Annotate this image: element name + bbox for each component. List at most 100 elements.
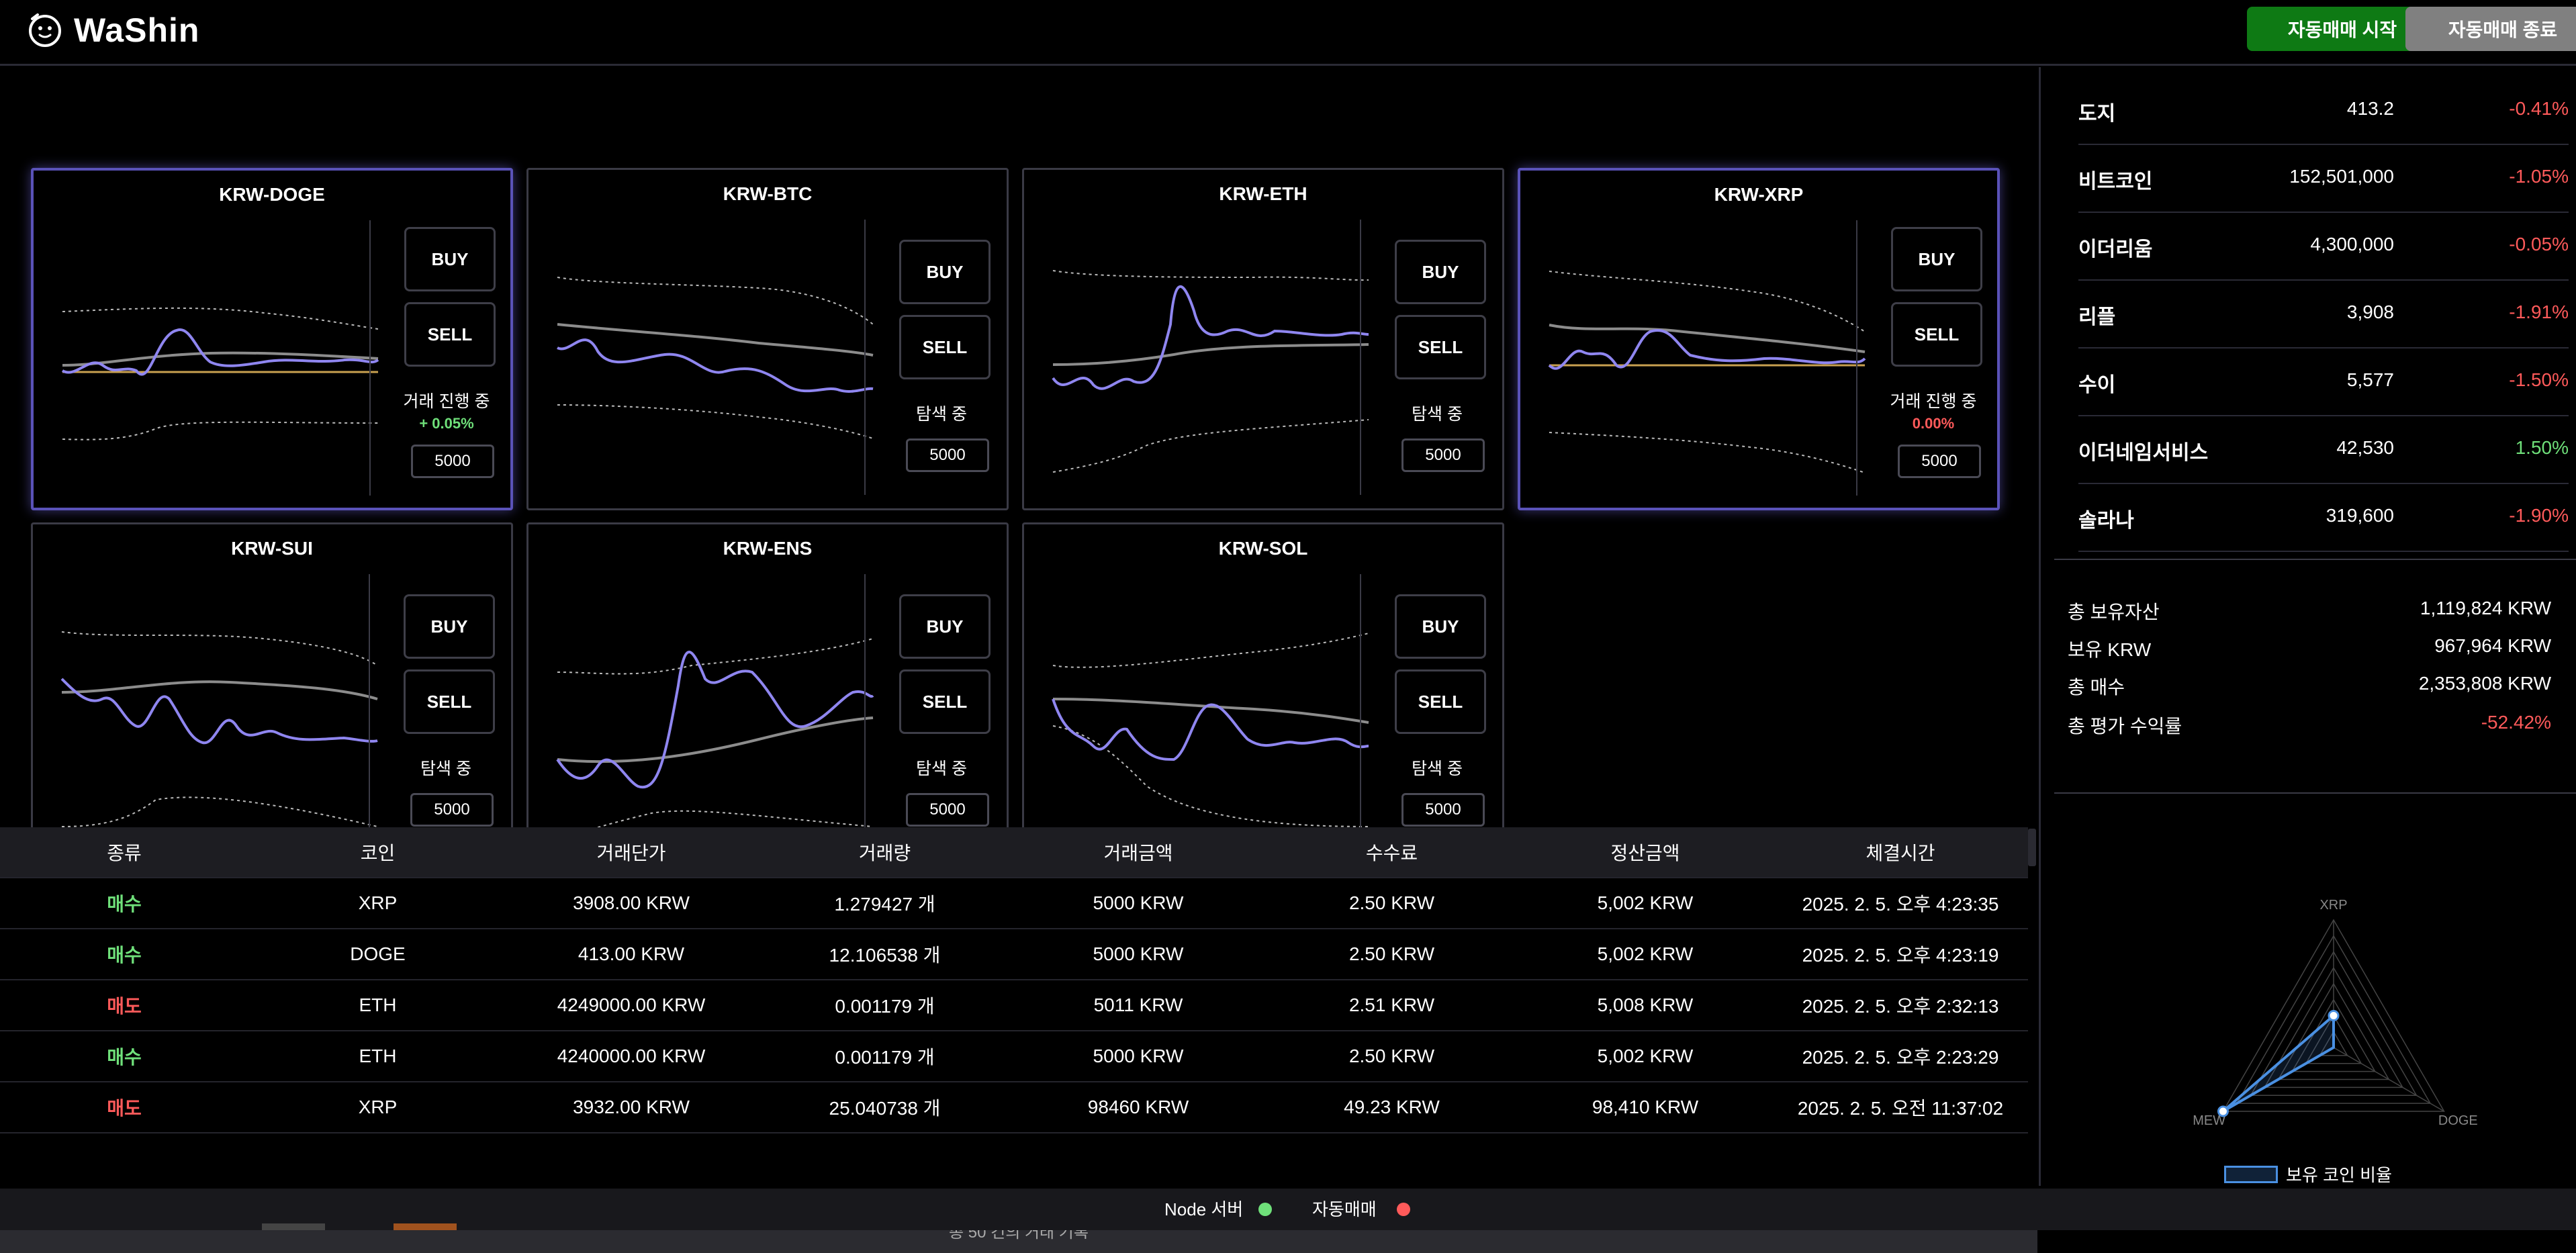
coin-price-row[interactable]: 비트코인 152,501,000 -1.05% <box>2078 146 2569 213</box>
lower-band-line <box>557 404 874 439</box>
lower-band-line <box>1549 432 1866 473</box>
trade-status: 거래 진행 중 <box>403 392 490 411</box>
buy-button[interactable]: BUY <box>899 240 991 304</box>
coin-name: 이더네임서비스 <box>2078 442 2209 464</box>
sell-button[interactable]: SELL <box>1891 302 1982 367</box>
column-header-settlement: 정산금액 <box>1610 843 1680 864</box>
bottom-tab-marker-active[interactable] <box>394 1223 457 1230</box>
table-row: 매수 XRP 3908.00 KRW 1.279427 개 5000 KRW 2.50 K… <box>0 878 2028 929</box>
table-cell: 5,002 KRW <box>1597 943 1694 964</box>
table-header-row: 종류 코인 거래단가 거래량 거래금액 수수료 정산금액 체결시간 <box>0 827 2028 878</box>
trade-type-cell: 매수 <box>107 945 142 966</box>
coin-change: -1.91% <box>2509 301 2569 322</box>
radar-data-point[interactable] <box>2328 1010 2340 1021</box>
sell-button[interactable]: SELL <box>404 302 496 367</box>
coin-price-row[interactable]: 이더네임서비스 42,530 1.50% <box>2078 417 2569 484</box>
price-chart <box>60 631 378 827</box>
order-amount-input[interactable]: 5000 <box>906 438 989 472</box>
holdings-radar-chart: XRPDOGEMEW <box>2193 898 2478 1128</box>
lower-band-line <box>62 421 379 440</box>
moving-average-line <box>557 323 874 357</box>
trade-controls: BUY SELL 거래 진행 중 0.00% 5000 <box>1870 220 1997 496</box>
coin-price-row[interactable]: 리플 3,908 -1.91% <box>2078 281 2569 349</box>
price-chart <box>1548 271 1866 473</box>
column-header-time: 체결시간 <box>1866 843 1935 864</box>
coin-price: 42,530 <box>2336 437 2394 458</box>
node-server-label: Node 서버 <box>1164 1199 1244 1219</box>
upper-band-line <box>62 307 379 330</box>
order-amount-input[interactable]: 5000 <box>410 793 494 827</box>
smiley-logo-icon <box>29 13 61 47</box>
column-header-type: 종류 <box>107 843 142 864</box>
auto-trade-stop-button[interactable]: 자동매매 종료 <box>2405 7 2576 51</box>
order-amount-input[interactable]: 5000 <box>906 793 989 827</box>
buy-button[interactable]: BUY <box>404 594 495 659</box>
trade-status: 탐색 중 <box>916 759 967 778</box>
status-bar: Node 서버 자동매매 <box>0 1189 2576 1230</box>
coin-change: -0.41% <box>2509 98 2569 119</box>
sell-button[interactable]: SELL <box>1395 669 1486 734</box>
buy-button[interactable]: BUY <box>1395 594 1486 659</box>
order-amount-input[interactable]: 5000 <box>1401 793 1485 827</box>
coin-name: 이더리움 <box>2078 238 2153 261</box>
sell-button[interactable]: SELL <box>404 669 495 734</box>
coin-price: 4,300,000 <box>2310 234 2394 254</box>
table-cell: 2.50 KRW <box>1348 892 1435 913</box>
trade-controls: BUY SELL 탐색 중 5000 <box>878 220 1005 495</box>
coin-price-row[interactable]: 도지 413.2 -0.41% <box>2078 78 2569 145</box>
coin-price-row[interactable]: 수이 5,577 -1.50% <box>2078 349 2569 416</box>
trade-status: 탐색 중 <box>1412 759 1463 778</box>
coin-name: 비트코인 <box>2078 171 2153 193</box>
card-title: KRW-BTC <box>723 183 813 204</box>
summary-krw: 보유 KRW 967,964 KRW <box>2068 635 2576 669</box>
main-panel: KRW-DOGE BUY SELL 거래 진행 중 + 0.05% 5000 K… <box>0 67 2037 1253</box>
lower-band-line <box>1052 419 1369 473</box>
card-title: KRW-XRP <box>1714 184 1804 205</box>
order-amount-input[interactable]: 5000 <box>1898 445 1981 478</box>
trade-status: 탐색 중 <box>1412 405 1463 424</box>
card-divider <box>864 220 866 495</box>
summary-label: 총 평가 수익률 <box>2068 716 2182 737</box>
coin-name: 리플 <box>2078 306 2116 328</box>
table-cell: 98460 KRW <box>1087 1097 1189 1117</box>
sell-button[interactable]: SELL <box>899 669 991 734</box>
radar-data-point[interactable] <box>2217 1105 2229 1117</box>
table-cell: DOGE <box>350 943 406 964</box>
coin-card-krw-doge: KRW-DOGE BUY SELL 거래 진행 중 + 0.05% 5000 <box>31 168 513 510</box>
divider <box>2054 792 2576 794</box>
sell-button[interactable]: SELL <box>899 315 991 379</box>
coin-price-row[interactable]: 솔라나 319,600 -1.90% <box>2078 485 2569 552</box>
coin-price-row[interactable]: 이더리움 4,300,000 -0.05% <box>2078 214 2569 281</box>
summary-value: -52.42% <box>2481 712 2551 733</box>
buy-button[interactable]: BUY <box>899 594 991 659</box>
table-cell: 3908.00 KRW <box>573 892 690 913</box>
table-cell: 2025. 2. 5. 오후 2:32:13 <box>1802 996 1999 1017</box>
coin-change: -1.05% <box>2509 166 2569 187</box>
moving-average-line <box>1549 324 1866 353</box>
bottom-tab-marker[interactable] <box>262 1223 325 1230</box>
summary-pnl: 총 평가 수익률 -52.42% <box>2068 712 2576 745</box>
table-cell: 4249000.00 KRW <box>557 994 706 1015</box>
auto-trade-status-dot <box>1397 1203 1410 1216</box>
table-scrollbar[interactable] <box>2028 829 2036 866</box>
price-chart <box>556 638 874 841</box>
sell-button[interactable]: SELL <box>1395 315 1486 379</box>
price-line <box>1052 285 1369 390</box>
column-header-volume: 거래량 <box>858 843 911 864</box>
coin-price: 152,501,000 <box>2289 166 2394 187</box>
order-amount-input[interactable]: 5000 <box>411 445 494 478</box>
order-amount-input[interactable]: 5000 <box>1401 438 1485 472</box>
table-row: 매수 DOGE 413.00 KRW 12.106538 개 5000 KRW 2.50 … <box>0 929 2028 980</box>
trade-controls: BUY SELL 탐색 중 5000 <box>1373 220 1501 495</box>
profit-rate: 0.00% <box>1912 415 1955 432</box>
trade-status: 탐색 중 <box>916 405 967 424</box>
buy-button[interactable]: BUY <box>1891 227 1982 291</box>
column-header-amount: 거래금액 <box>1103 843 1173 864</box>
buy-button[interactable]: BUY <box>404 227 496 291</box>
radar-legend[interactable]: 보유 코인 비율 <box>2224 1162 2392 1187</box>
coin-price: 413.2 <box>2346 98 2394 119</box>
price-line <box>1052 698 1369 761</box>
buy-button[interactable]: BUY <box>1395 240 1486 304</box>
trade-controls: BUY SELL 탐색 중 5000 <box>382 574 510 849</box>
table-cell: 5,008 KRW <box>1597 994 1694 1015</box>
